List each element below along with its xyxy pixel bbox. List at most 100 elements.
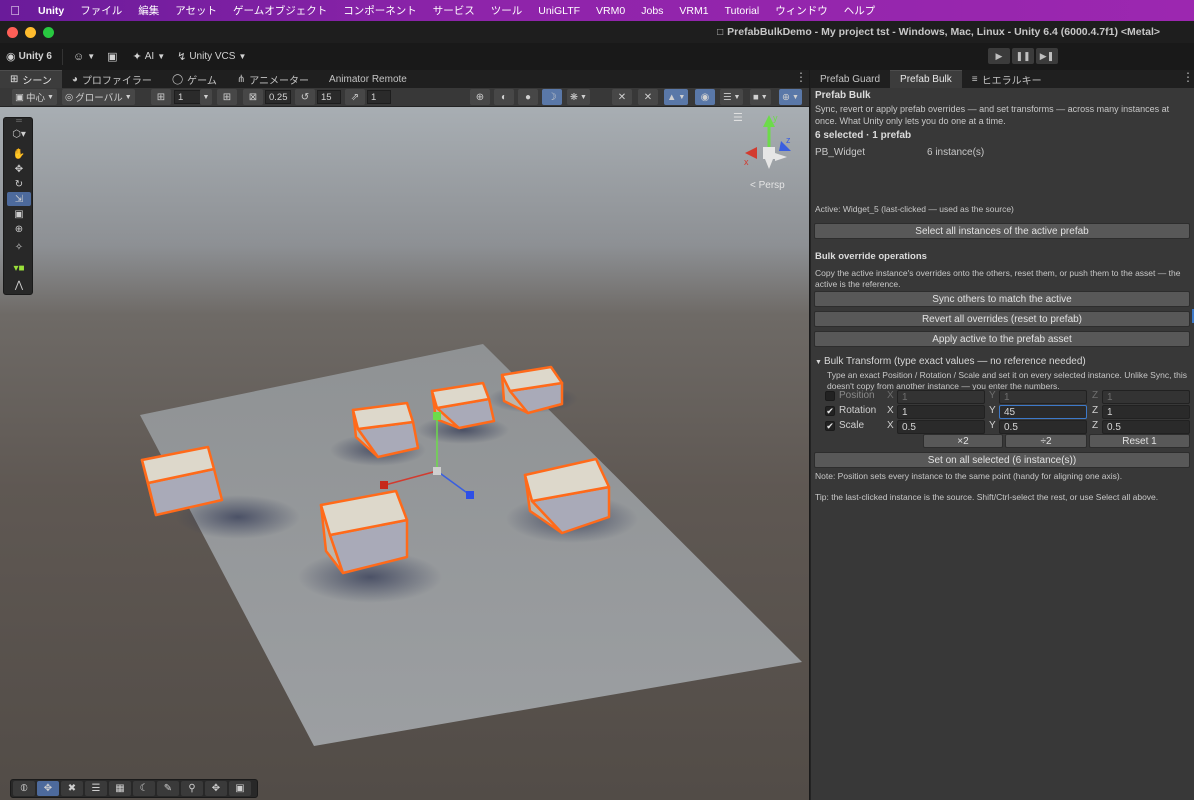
drag-handle-icon[interactable]: ═ [7, 116, 31, 125]
hand-tool-icon[interactable]: ✋ [7, 147, 31, 161]
position-checkbox[interactable] [825, 391, 835, 401]
menu-vrm1[interactable]: VRM1 [671, 5, 716, 17]
pivot-tool-icon[interactable]: ✥ [205, 781, 227, 796]
prefab-instance-cube[interactable] [488, 365, 578, 415]
tab-prefab-guard[interactable]: Prefab Guard [810, 70, 890, 88]
gizmos-dropdown[interactable]: ⊕ ▼ [779, 89, 802, 105]
rotation-y-field[interactable]: 45 [999, 405, 1087, 419]
position-z-field[interactable]: 1 [1102, 390, 1190, 404]
menu-tools[interactable]: ツール [483, 3, 531, 18]
rotation-z-field[interactable]: 1 [1102, 405, 1190, 419]
asset-store-button[interactable]: ▣ [101, 47, 126, 67]
increment-snap-field[interactable]: 1 [367, 90, 391, 104]
apply-to-prefab-button[interactable]: Apply active to the prefab asset [814, 331, 1190, 347]
pivot-dropdown[interactable]: ▣ 中心 ▼ [12, 89, 57, 105]
scale-tool-icon[interactable]: ⇲ [7, 192, 31, 206]
scale-double-button[interactable]: ÷2 [1005, 434, 1087, 448]
menu-tutorial[interactable]: Tutorial [717, 5, 768, 17]
rotate-tool-icon[interactable]: ↻ [7, 177, 31, 191]
position-x-field[interactable]: 1 [897, 390, 985, 404]
grid-size-field[interactable]: 1 [174, 90, 202, 104]
grid-snap-icon[interactable]: ⊞ [151, 89, 171, 105]
menu-component[interactable]: コンポーネント [335, 3, 425, 18]
gizmo-x-handle[interactable] [380, 481, 388, 489]
scale-checkbox[interactable]: ✔ [825, 421, 835, 431]
gizmo-center-handle[interactable] [433, 467, 441, 475]
debug-draw-dropdown[interactable]: ❋ ▼ [567, 89, 590, 105]
gizmo-y-handle[interactable] [433, 412, 441, 420]
increment-snap-icon[interactable]: ⇗ [345, 89, 365, 105]
account-button[interactable]: ◉ Unity 6 [0, 47, 58, 67]
select-all-instances-button[interactable]: Select all instances of the active prefa… [814, 223, 1190, 239]
revert-overrides-button[interactable]: Revert all overrides (reset to prefab) [814, 311, 1190, 327]
tab-game[interactable]: ◯ ゲーム [162, 70, 227, 88]
play-button[interactable]: ▶ [988, 48, 1010, 64]
more-options-icon[interactable]: ⋮ [1182, 70, 1194, 84]
2d-toggle-icon[interactable]: ✕ [612, 89, 632, 105]
select-tool-icon[interactable]: ⦶ [13, 781, 35, 796]
menu-help[interactable]: ヘルプ [836, 3, 884, 18]
scale-snap-field[interactable]: 0.25 [265, 90, 291, 104]
tab-animator-remote[interactable]: Animator Remote [319, 70, 417, 88]
scale-y-field[interactable]: 0.5 [999, 420, 1087, 434]
tab-prefab-bulk[interactable]: Prefab Bulk [890, 70, 962, 88]
minimize-window-button[interactable] [25, 26, 36, 38]
list-tool-icon[interactable]: ☰ [85, 781, 107, 796]
pattern-tool-icon[interactable]: ▦ [109, 781, 131, 796]
probuilder-icon[interactable]: ▾■ [7, 261, 31, 275]
menu-services[interactable]: サービス [425, 3, 483, 18]
tab-animator[interactable]: ⋔ アニメーター [227, 70, 319, 88]
menu-file[interactable]: ファイル [72, 3, 130, 18]
zoom-window-button[interactable] [43, 26, 54, 38]
scale-half-button[interactable]: ×2 [923, 434, 1003, 448]
ai-button[interactable]: ✦ AI ▼ [127, 47, 172, 67]
gizmo-z-handle[interactable] [466, 491, 474, 499]
shading-lit-icon[interactable]: ☽ [542, 89, 562, 105]
scene-canvas[interactable]: y x z [0, 107, 809, 800]
rotation-checkbox[interactable]: ✔ [825, 406, 835, 416]
perspective-label[interactable]: < Persp [750, 180, 785, 191]
close-window-button[interactable] [7, 26, 18, 38]
orientation-gizmo[interactable]: y x z [744, 113, 791, 169]
lighting-toggle-icon[interactable]: ✕ [638, 89, 658, 105]
cross-tool-icon[interactable]: ✖ [61, 781, 83, 796]
menu-vrm0[interactable]: VRM0 [588, 5, 633, 17]
sync-others-button[interactable]: Sync others to match the active [814, 291, 1190, 307]
shading-solid-icon[interactable]: ● [518, 89, 538, 105]
tab-scene[interactable]: ⊞ シーン [0, 70, 62, 88]
space-dropdown[interactable]: ◎ グローバル ▼ [62, 89, 135, 105]
pause-button[interactable]: ❚❚ [1012, 48, 1034, 64]
menu-gameobject[interactable]: ゲームオブジェクト [225, 3, 335, 18]
step-button[interactable]: ▶❚ [1036, 48, 1058, 64]
scale-z-field[interactable]: 0.5 [1102, 420, 1190, 434]
menu-edit[interactable]: 編集 [130, 3, 167, 18]
custom-tool-icon[interactable]: ✧ [7, 240, 31, 254]
rotate-snap-field[interactable]: 15 [317, 90, 341, 104]
moon-tool-icon[interactable]: ☾ [133, 781, 155, 796]
search-tool-icon[interactable]: ⚲ [181, 781, 203, 796]
rotation-x-field[interactable]: 1 [897, 405, 985, 419]
snap-icon[interactable]: ⊞ [217, 89, 237, 105]
camera-tool-icon[interactable]: ▣ [229, 781, 251, 796]
bulk-transform-foldout[interactable]: ▼ Bulk Transform (type exact values — no … [815, 356, 1086, 369]
user-dropdown[interactable]: ☺ ▼ [67, 47, 101, 67]
scene-view[interactable]: y x z ☰ [0, 107, 809, 800]
menu-unity[interactable]: Unity [30, 5, 72, 17]
scale-reset-button[interactable]: Reset 1 [1089, 434, 1190, 448]
more-options-icon[interactable]: ⋮ [795, 70, 807, 84]
move-tool-icon[interactable]: ✥ [7, 162, 31, 176]
visibility-icon[interactable]: ◉ [695, 89, 715, 105]
global-illumination-icon[interactable]: ⊕ [470, 89, 490, 105]
tab-profiler[interactable]: ◕ プロファイラー [62, 70, 162, 88]
effects-dropdown[interactable]: ☰ ▼ [720, 89, 744, 105]
menu-jobs[interactable]: Jobs [633, 5, 671, 17]
move-tool-icon[interactable]: ✥ [37, 781, 59, 796]
rotate-snap-icon[interactable]: ↺ [295, 89, 315, 105]
rect-tool-icon[interactable]: ▣ [7, 207, 31, 221]
audio-toggle-dropdown[interactable]: ▲ ▼ [664, 89, 689, 105]
chevron-down-icon[interactable]: ▼ [200, 89, 212, 105]
vcs-button[interactable]: ↯ Unity VCS ▼ [171, 47, 252, 67]
overlay-menu-icon[interactable]: ☰ [733, 111, 743, 124]
menu-unigltf[interactable]: UniGLTF [530, 5, 588, 17]
scale-x-field[interactable]: 0.5 [897, 420, 985, 434]
